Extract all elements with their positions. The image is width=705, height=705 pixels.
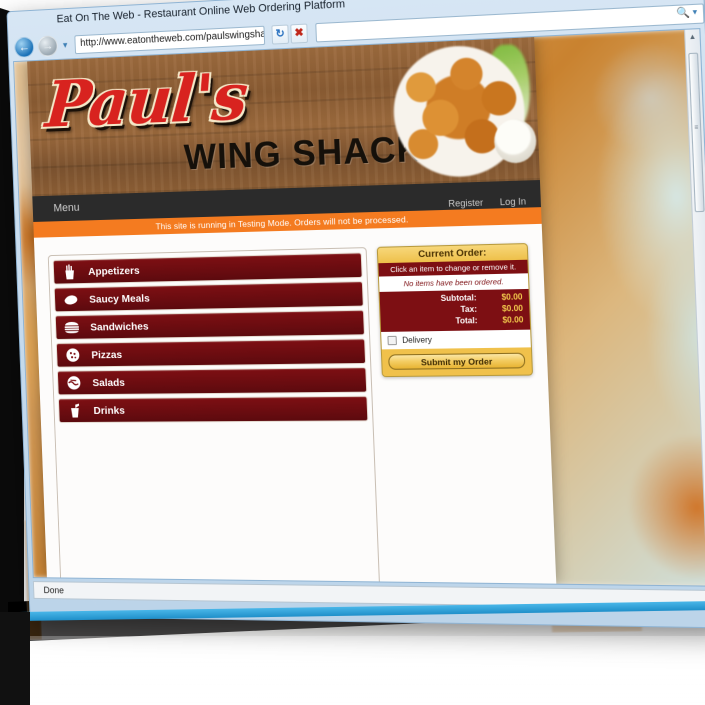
chicken-wing-icon [60,291,80,309]
forward-arrow-icon[interactable]: → [37,34,59,57]
chevron-down-icon[interactable]: ▼ [61,40,69,49]
tax-value: $0.00 [501,303,524,314]
category-label: Appetizers [87,264,140,278]
delivery-label: Delivery [402,335,433,345]
pizza-icon [63,346,83,364]
nav-item-register[interactable]: Register [448,197,483,208]
refresh-icon[interactable]: ↻ [271,23,289,45]
nav-item-menu[interactable]: Menu [53,202,80,215]
delivery-option[interactable]: Delivery [381,329,531,350]
scroll-up-arrow-icon[interactable]: ▲ [685,29,700,45]
stop-x-icon[interactable]: ✖ [290,23,308,44]
scrollbar-grip-icon: ≡ [694,124,699,132]
magnifier-icon: 🔍 [676,6,691,20]
nav-account-links: Register Log In [448,196,526,209]
site-banner: Paul's WING SHACK [27,37,540,197]
site-body: Appetizers Saucy Meals Sandwiches Pizzas… [33,223,564,587]
category-label: Pizzas [91,348,123,361]
burger-icon [62,318,82,336]
subtotal-value: $0.00 [501,292,523,302]
current-order-panel: Current Order: Click an item to change o… [377,243,534,378]
back-arrow-icon[interactable]: ← [13,35,35,58]
page-viewport: Paul's WING SHACK Menu Register Log In T… [13,28,705,587]
delivery-checkbox[interactable] [387,335,398,346]
total-value: $0.00 [502,315,524,325]
site-page-column: Paul's WING SHACK Menu Register Log In T… [27,37,564,587]
category-button-sandwiches[interactable]: Sandwiches [54,309,366,341]
category-button-saucy-meals[interactable]: Saucy Meals [53,280,365,313]
scene-bottom-left-block [0,612,30,705]
total-label: Total: [455,315,478,326]
salad-bowl-icon [64,374,84,392]
total-row: Total: $0.00 [387,314,524,328]
category-button-salads[interactable]: Salads [56,367,368,396]
category-label: Drinks [93,404,126,417]
category-button-appetizers[interactable]: Appetizers [52,252,364,285]
category-button-drinks[interactable]: Drinks [57,395,369,424]
category-label: Sandwiches [90,320,149,334]
browser-window: Eat On The Web - Restaurant Online Web O… [6,0,705,629]
menu-category-list: Appetizers Saucy Meals Sandwiches Pizzas… [47,247,388,587]
category-label: Salads [92,376,126,389]
drink-cup-icon [65,402,85,420]
scrollbar-thumb[interactable] [688,52,705,213]
refresh-stop-group: ↻ ✖ [271,23,308,45]
category-label: Saucy Meals [89,292,150,306]
submit-order-wrapper: Submit my Order [382,347,532,377]
order-totals: Subtotal: $0.00 Tax: $0.00 Total: $0.00 [379,288,531,332]
nav-item-login[interactable]: Log In [500,196,527,207]
perspective-wrapper: Eat On The Web - Restaurant Online Web O… [0,0,705,660]
submit-order-button[interactable]: Submit my Order [388,352,526,370]
category-button-pizzas[interactable]: Pizzas [55,338,367,368]
scene: Eat On The Web - Restaurant Online Web O… [0,0,705,705]
search-chevron-down-icon[interactable]: ▼ [691,8,699,16]
fries-icon [59,263,79,281]
logo-primary-text: Paul's [42,58,250,143]
